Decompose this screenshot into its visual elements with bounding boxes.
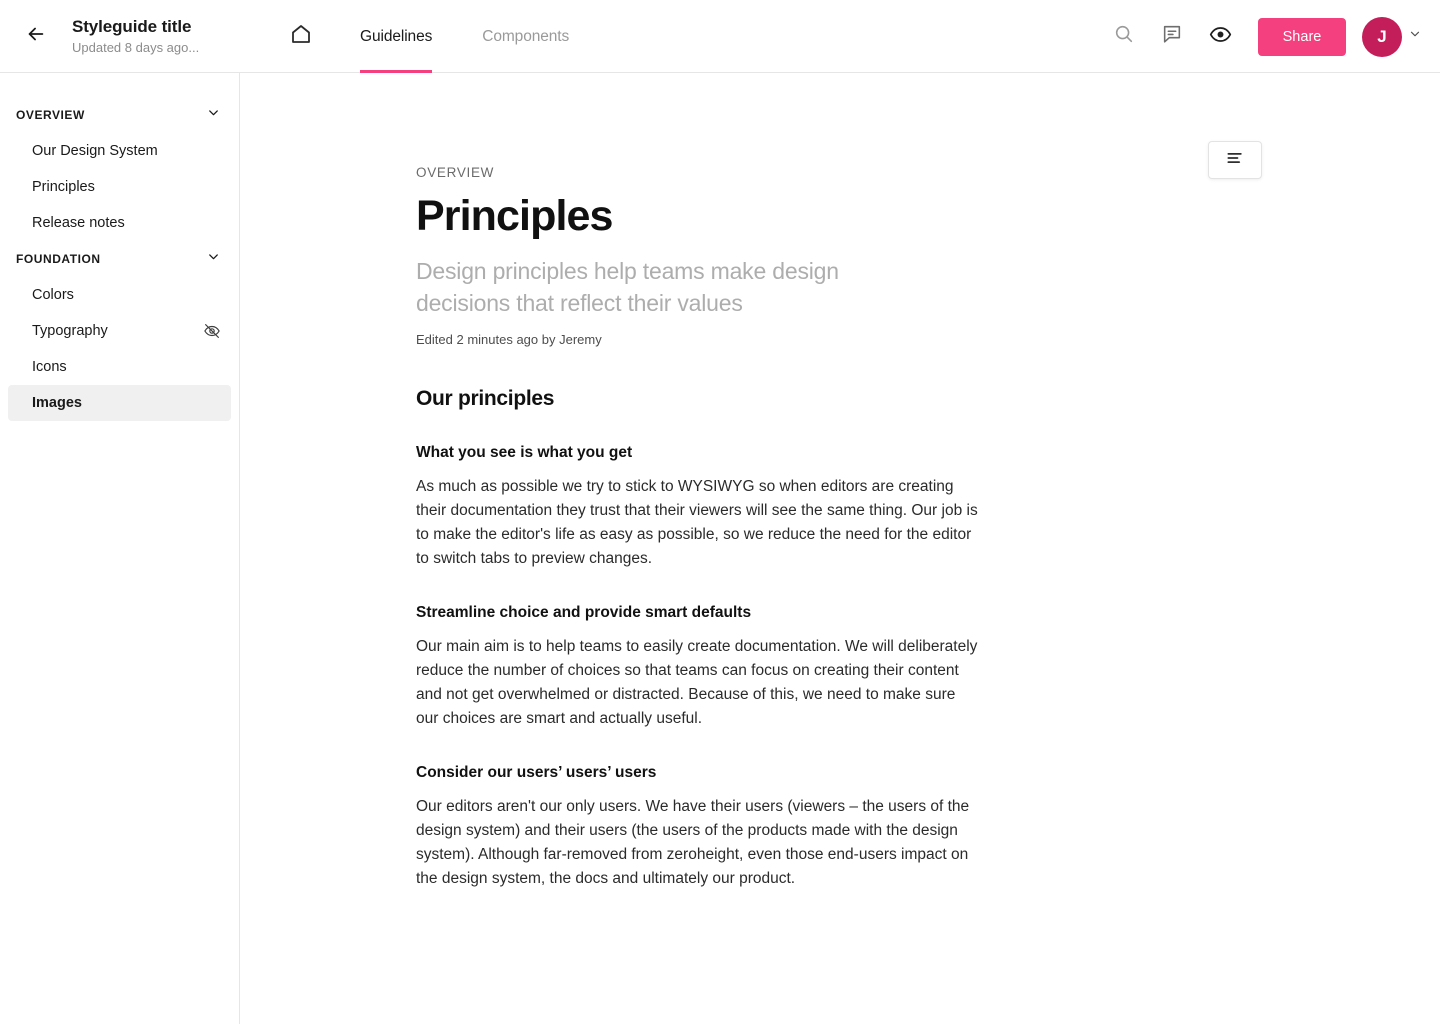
block-heading: What you see is what you get bbox=[416, 444, 633, 461]
sidebar-item-label: Icons bbox=[32, 359, 67, 375]
page-title: Principles bbox=[416, 192, 613, 240]
sidebar-item-release-notes[interactable]: Release notes bbox=[8, 205, 231, 241]
tab-guidelines[interactable]: Guidelines bbox=[360, 0, 433, 73]
back-button[interactable] bbox=[16, 16, 56, 56]
block-heading: Consider our users’ users’ users bbox=[416, 764, 657, 781]
sidebar-item-label: Colors bbox=[32, 287, 74, 303]
block-heading: Streamline choice and provide smart defa… bbox=[416, 604, 752, 621]
document-title: Styleguide title bbox=[72, 16, 192, 36]
breadcrumb: OVERVIEW bbox=[416, 165, 495, 180]
preview-button[interactable] bbox=[1196, 13, 1244, 61]
header-tabs: Guidelines Components bbox=[360, 0, 569, 73]
sidebar-item-label: Typography bbox=[32, 323, 108, 339]
sidebar-section-overview-label: OVERVIEW bbox=[16, 108, 85, 122]
sidebar-item-images[interactable]: Images bbox=[8, 385, 231, 421]
text-align-icon bbox=[1225, 148, 1245, 173]
document-body: OVERVIEW Principles Design principles he… bbox=[240, 73, 1000, 891]
tab-components[interactable]: Components bbox=[482, 0, 569, 73]
comment-icon bbox=[1161, 23, 1183, 50]
chevron-down-icon bbox=[1408, 27, 1422, 46]
chevron-down-icon bbox=[206, 249, 221, 269]
tab-guidelines-label: Guidelines bbox=[360, 27, 433, 45]
arrow-left-icon bbox=[25, 23, 47, 50]
eye-icon bbox=[1209, 23, 1232, 51]
sidebar: OVERVIEW Our Design System Principles Re… bbox=[0, 73, 240, 1024]
document-updated-label: Updated 8 days ago... bbox=[72, 39, 200, 55]
section-heading: Our principles bbox=[416, 387, 555, 410]
block-paragraph: As much as possible we try to stick to W… bbox=[416, 478, 978, 567]
sidebar-item-label: Our Design System bbox=[32, 143, 158, 159]
sidebar-item-our-design-system[interactable]: Our Design System bbox=[8, 133, 231, 169]
user-menu[interactable]: J bbox=[1362, 16, 1422, 57]
sidebar-section-overview[interactable]: OVERVIEW bbox=[0, 97, 239, 133]
header-actions: Share J bbox=[1100, 0, 1422, 73]
sidebar-item-label: Images bbox=[32, 395, 82, 411]
search-button[interactable] bbox=[1100, 13, 1148, 61]
home-icon bbox=[289, 22, 313, 51]
sidebar-item-label: Release notes bbox=[32, 215, 125, 231]
sidebar-item-typography[interactable]: Typography bbox=[8, 313, 231, 349]
sidebar-item-label: Principles bbox=[32, 179, 95, 195]
sidebar-item-colors[interactable]: Colors bbox=[8, 277, 231, 313]
share-button[interactable]: Share bbox=[1258, 17, 1346, 56]
sidebar-section-foundation[interactable]: FOUNDATION bbox=[0, 241, 239, 277]
block-paragraph: Our main aim is to help teams to easily … bbox=[416, 638, 978, 727]
app-header: Styleguide title Updated 8 days ago... G… bbox=[0, 0, 1440, 73]
block-paragraph: Our editors aren't our only users. We ha… bbox=[416, 798, 970, 887]
table-of-contents-button[interactable] bbox=[1208, 141, 1262, 179]
document-title-block[interactable]: Styleguide title Updated 8 days ago... bbox=[72, 16, 199, 57]
sidebar-item-principles[interactable]: Principles bbox=[8, 169, 231, 205]
comments-button[interactable] bbox=[1148, 13, 1196, 61]
page-description: Design principles help teams make design… bbox=[416, 258, 839, 316]
chevron-down-icon bbox=[206, 105, 221, 125]
home-button[interactable] bbox=[282, 17, 320, 55]
main-content: OVERVIEW Principles Design principles he… bbox=[240, 73, 1440, 1024]
avatar: J bbox=[1362, 16, 1402, 57]
eye-off-icon bbox=[203, 322, 221, 340]
last-edited-label: Edited 2 minutes ago by Jeremy bbox=[416, 332, 602, 347]
search-icon bbox=[1113, 23, 1135, 50]
sidebar-item-icons[interactable]: Icons bbox=[8, 349, 231, 385]
tab-components-label: Components bbox=[482, 27, 570, 45]
sidebar-section-foundation-label: FOUNDATION bbox=[16, 252, 101, 266]
